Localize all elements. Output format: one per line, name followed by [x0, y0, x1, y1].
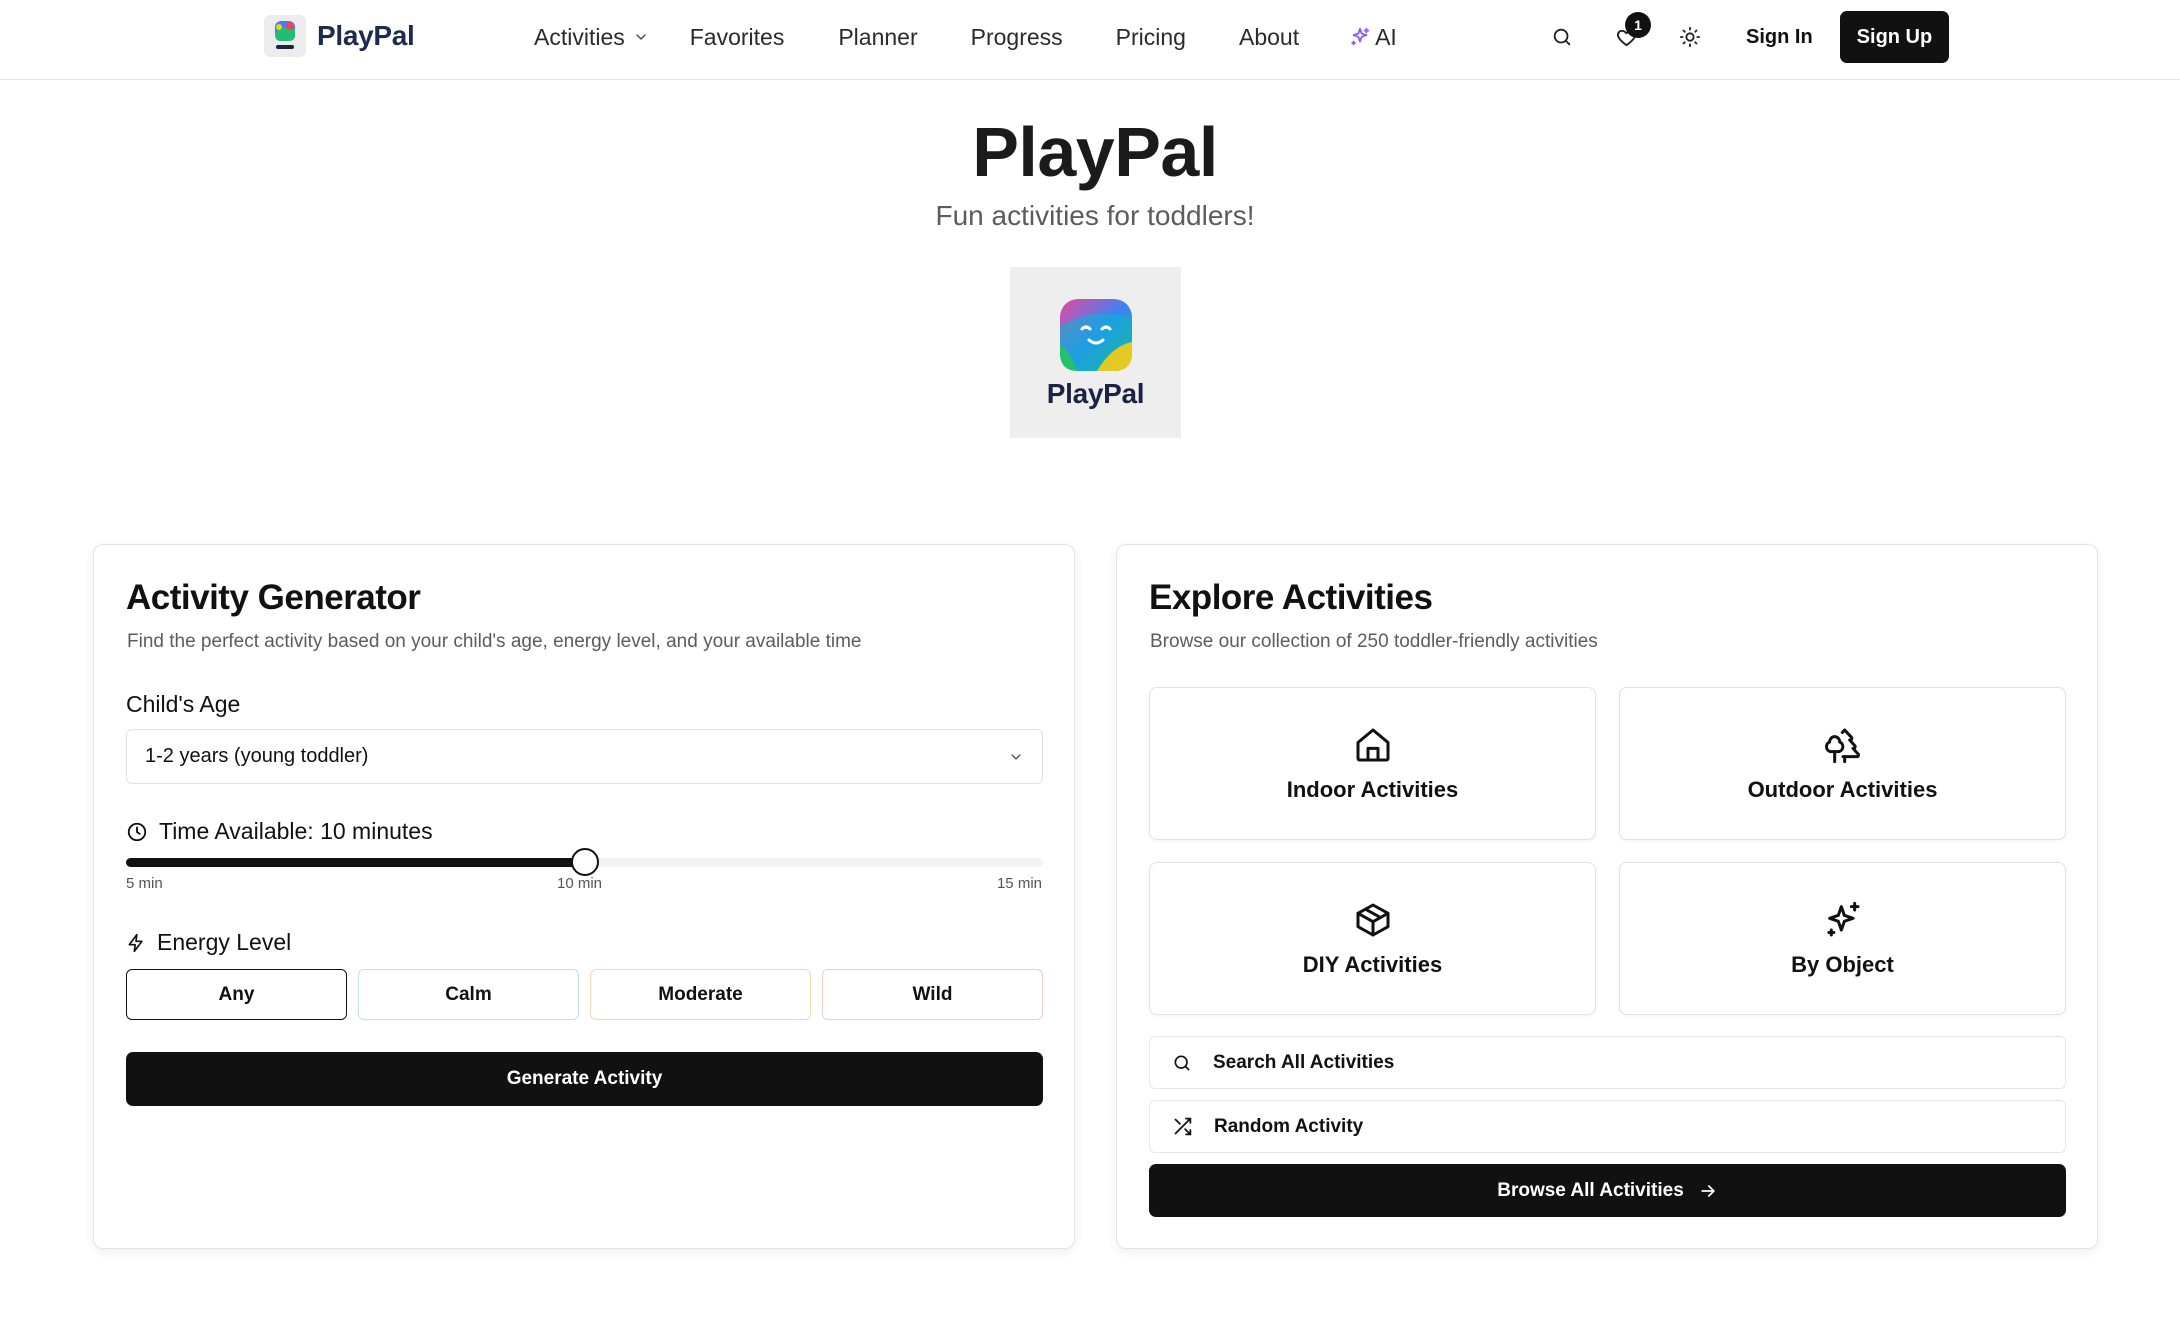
time-tick-max: 15 min — [996, 875, 1042, 892]
time-slider-fill — [126, 858, 585, 867]
indoor-activities-tile[interactable]: Indoor Activities — [1149, 687, 1596, 840]
energy-moderate-button[interactable]: Moderate — [590, 969, 811, 1020]
nav-pricing[interactable]: Pricing — [1116, 24, 1186, 51]
energy-wild-button[interactable]: Wild — [822, 969, 1043, 1020]
chevron-down-icon — [1011, 753, 1021, 760]
sparkles-icon — [1826, 901, 1859, 936]
header-actions: 1 Sign In Sign Up — [1540, 0, 1950, 74]
nav-ai-label: AI — [1375, 23, 1397, 50]
time-available-text: Time Available: 10 minutes — [159, 818, 433, 844]
energy-level-options: Any Calm Moderate Wild — [126, 969, 1043, 1020]
nav-activities[interactable]: Activities — [534, 24, 649, 51]
sparkles-icon — [1351, 27, 1370, 46]
theme-toggle-button[interactable] — [1668, 15, 1712, 59]
random-activity-button[interactable]: Random Activity — [1149, 1100, 2066, 1153]
diy-activities-label: DIY Activities — [1302, 951, 1443, 977]
by-object-tile[interactable]: By Object — [1619, 862, 2066, 1015]
arrow-right-icon — [1701, 1184, 1715, 1197]
by-object-label: By Object — [1791, 951, 1894, 977]
time-available-label: Time Available: 10 minutes — [126, 818, 433, 845]
childs-age-value: 1-2 years (young toddler) — [145, 745, 369, 767]
childs-age-label-text: Child's Age — [126, 691, 241, 717]
energy-calm-button[interactable]: Calm — [358, 969, 579, 1020]
time-tick-mid: 10 min — [557, 875, 603, 892]
explore-activities-title: Explore Activities — [1149, 578, 1433, 617]
brand-link[interactable]: PlayPal — [264, 15, 415, 57]
home-icon — [1356, 728, 1389, 761]
activity-generator-title: Activity Generator — [126, 578, 421, 617]
explore-activities-description: Browse our collection of 250 toddler-fri… — [1150, 631, 1598, 652]
search-icon — [1553, 28, 1571, 46]
clock-icon — [127, 822, 147, 841]
generate-activity-button[interactable]: Generate Activity — [126, 1052, 1043, 1106]
sign-up-button[interactable]: Sign Up — [1839, 11, 1950, 63]
hero-title: PlayPal — [972, 113, 1218, 191]
hero-logo-image: PlayPal — [1010, 267, 1181, 438]
search-all-activities-button[interactable]: Search All Activities — [1149, 1036, 2066, 1089]
favorites-button[interactable]: 1 — [1604, 12, 1651, 59]
explore-activities-card: Explore Activities Browse our collection… — [1116, 544, 2098, 1249]
energy-level-label: Energy Level — [126, 929, 291, 956]
nav-progress[interactable]: Progress — [971, 24, 1063, 51]
browse-all-activities-label: Browse All Activities — [1497, 1179, 1684, 1201]
time-slider[interactable] — [126, 848, 1043, 876]
outdoor-activities-label: Outdoor Activities — [1747, 776, 1938, 802]
search-icon — [1174, 1055, 1190, 1070]
outdoor-activities-tile[interactable]: Outdoor Activities — [1619, 687, 2066, 840]
sun-icon — [1679, 26, 1701, 48]
box-icon — [1356, 903, 1389, 936]
hero-logo-wordmark: PlayPal — [1046, 377, 1145, 409]
top-navigation-bar: PlayPal Activities Favorites Planner Pro… — [0, 0, 2180, 80]
activity-generator-card: Activity Generator Find the perfect acti… — [93, 544, 1075, 1249]
chevron-down-icon — [636, 34, 646, 40]
sign-in-link[interactable]: Sign In — [1746, 26, 1813, 49]
childs-age-label: Child's Age — [126, 691, 240, 718]
energy-any-button[interactable]: Any — [126, 969, 347, 1020]
nav-ai[interactable]: AI — [1349, 24, 1397, 51]
nav-about[interactable]: About — [1239, 24, 1299, 51]
lightning-icon — [128, 933, 143, 952]
trees-icon — [1824, 728, 1860, 763]
random-activity-label: Random Activity — [1214, 1115, 1364, 1137]
diy-activities-tile[interactable]: DIY Activities — [1149, 862, 1596, 1015]
time-tick-min: 5 min — [126, 875, 163, 892]
app-logo-icon — [1059, 298, 1132, 371]
browse-all-activities-button[interactable]: Browse All Activities — [1149, 1164, 2066, 1217]
nav-activities-label: Activities — [534, 23, 625, 50]
search-button[interactable] — [1540, 15, 1584, 59]
main-nav: Activities Favorites Planner Progress Pr… — [534, 0, 1397, 74]
brand-name: PlayPal — [317, 20, 415, 51]
activity-generator-description: Find the perfect activity based on your … — [127, 631, 862, 652]
nav-planner[interactable]: Planner — [838, 24, 917, 51]
shuffle-icon — [1174, 1117, 1192, 1136]
search-all-activities-label: Search All Activities — [1213, 1051, 1395, 1073]
nav-favorites[interactable]: Favorites — [690, 24, 785, 51]
brand-logo — [264, 15, 306, 57]
favorites-count-badge: 1 — [1625, 12, 1651, 38]
hero-subtitle: Fun activities for toddlers! — [935, 200, 1255, 231]
indoor-activities-label: Indoor Activities — [1286, 776, 1459, 802]
childs-age-select[interactable]: 1-2 years (young toddler) — [126, 729, 1043, 784]
energy-level-text: Energy Level — [157, 929, 292, 955]
time-slider-thumb[interactable] — [570, 848, 599, 876]
